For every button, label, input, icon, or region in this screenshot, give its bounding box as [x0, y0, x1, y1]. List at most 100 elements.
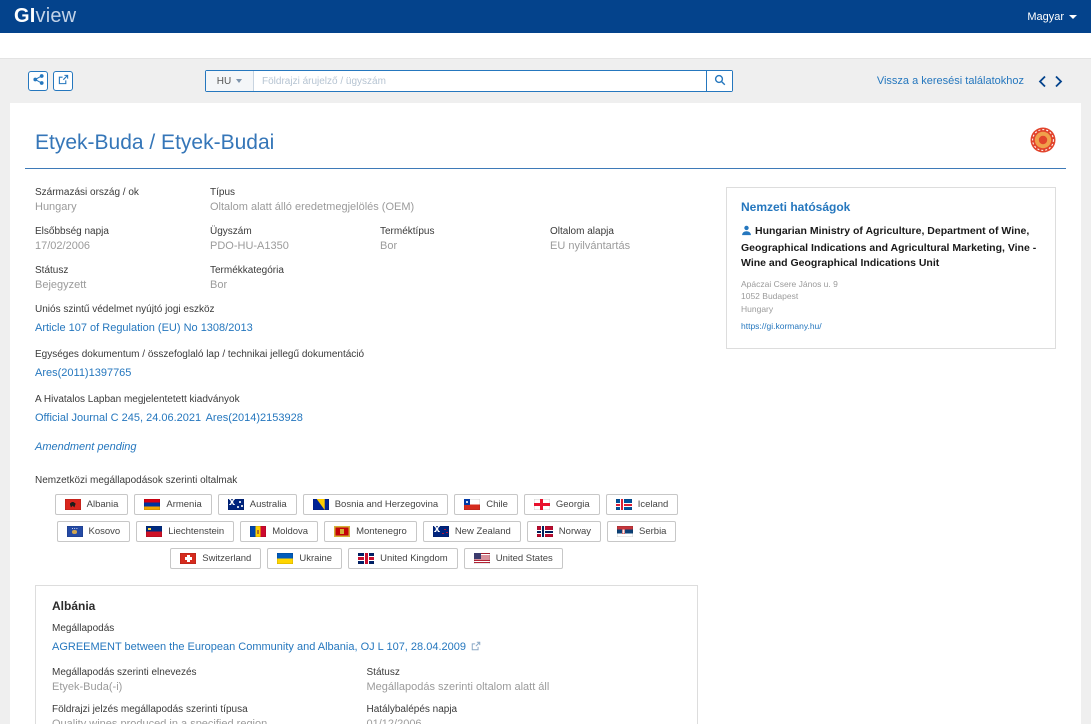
- field-label: Származási ország / ok: [35, 187, 210, 198]
- field-gi-type: Földrajzi jelzés megállapodás szerinti t…: [52, 704, 367, 724]
- flag-new-zealand-icon: [433, 526, 449, 537]
- field-label: Típus: [210, 187, 698, 198]
- amendment-pending-note: Amendment pending: [35, 441, 698, 453]
- field-agreement-status: Státusz Megállapodás szerinti oltalom al…: [367, 667, 682, 693]
- legal-instrument-link[interactable]: Article 107 of Regulation (EU) No 1308/2…: [35, 322, 253, 334]
- ares-publication-link[interactable]: Ares(2014)2153928: [206, 412, 303, 424]
- country-label: New Zealand: [455, 526, 511, 537]
- field-label: A Hivatalos Lapban megjelentetett kiadvá…: [35, 394, 698, 405]
- search-language-select[interactable]: HU: [206, 71, 254, 91]
- country-button-bosnia-and-herzegovina[interactable]: Bosnia and Herzegovina: [303, 494, 449, 515]
- country-button-moldova[interactable]: Moldova: [240, 521, 318, 542]
- country-button-liechtenstein[interactable]: Liechtenstein: [136, 521, 234, 542]
- share-button[interactable]: [28, 71, 48, 91]
- country-label: Albania: [87, 499, 119, 510]
- country-button-new-zealand[interactable]: New Zealand: [423, 521, 521, 542]
- flag-moldova-icon: [250, 526, 266, 537]
- field-value: Bor: [210, 279, 698, 291]
- country-button-kosovo[interactable]: Kosovo: [57, 521, 131, 542]
- search-icon: [714, 74, 726, 89]
- field-origin: Származási ország / ok Hungary: [35, 187, 210, 213]
- country-button-ukraine[interactable]: Ukraine: [267, 548, 342, 569]
- field-agreement-name: Megállapodás szerinti elnevezés Etyek-Bu…: [52, 667, 367, 693]
- field-priority-date: Elsőbbség napja 17/02/2006: [35, 226, 210, 252]
- field-label: Megállapodás szerinti elnevezés: [52, 667, 367, 678]
- country-button-montenegro[interactable]: Montenegro: [324, 521, 417, 542]
- title-row: Etyek-Buda / Etyek-Budai: [25, 123, 1066, 169]
- field-product-type: Terméktípus Bor: [380, 226, 550, 252]
- agreements-section-label: Nemzetközi megállapodások szerinti oltal…: [35, 475, 698, 486]
- flag-ukraine-icon: [277, 553, 293, 564]
- search-button[interactable]: [706, 71, 732, 91]
- info-grid: Származási ország / ok Hungary Típus Olt…: [35, 187, 698, 291]
- record-content: Származási ország / ok Hungary Típus Olt…: [25, 169, 1066, 724]
- country-button-switzerland[interactable]: Switzerland: [170, 548, 261, 569]
- toolbar-right: Vissza a keresési találatokhoz: [877, 75, 1063, 88]
- national-authorities-card: Nemzeti hatóságok Hungarian Ministry of …: [726, 187, 1056, 349]
- field-value: 01/12/2006: [367, 718, 682, 724]
- country-button-armenia[interactable]: Armenia: [134, 494, 211, 515]
- agreement-grid-row-2: Földrajzi jelzés megállapodás szerinti t…: [52, 704, 681, 724]
- page-title: Etyek-Buda / Etyek-Budai: [35, 131, 274, 155]
- country-label: Montenegro: [356, 526, 407, 537]
- export-button[interactable]: [53, 71, 73, 91]
- address-line: 1052 Budapest: [741, 290, 1041, 303]
- pdo-badge-icon: [1030, 127, 1056, 158]
- flag-serbia-icon: [617, 526, 633, 537]
- field-value: Bor: [380, 240, 550, 252]
- country-button-albania[interactable]: Albania: [55, 494, 129, 515]
- field-label: Státusz: [367, 667, 682, 678]
- next-record-button[interactable]: [1054, 75, 1063, 88]
- country-label: Australia: [250, 499, 287, 510]
- country-button-australia[interactable]: Australia: [218, 494, 297, 515]
- address-line: Hungary: [741, 303, 1041, 316]
- field-value: 17/02/2006: [35, 240, 210, 252]
- country-label: Chile: [486, 499, 508, 510]
- authorities-title: Nemzeti hatóságok: [741, 200, 1041, 214]
- field-label: Hatálybalépés napja: [367, 704, 682, 715]
- single-document-link[interactable]: Ares(2011)1397765: [35, 367, 131, 379]
- search-input[interactable]: [254, 71, 706, 91]
- chevron-down-icon: [236, 79, 242, 83]
- field-value: EU nyilvántartás: [550, 240, 698, 252]
- language-selector[interactable]: Magyar: [1027, 11, 1077, 23]
- subheader-strip: [0, 33, 1091, 59]
- back-to-results-link[interactable]: Vissza a keresési találatokhoz: [877, 75, 1024, 87]
- country-button-norway[interactable]: Norway: [527, 521, 601, 542]
- country-label: Norway: [559, 526, 591, 537]
- authority-website-link[interactable]: https://gi.kormany.hu/: [741, 321, 822, 331]
- flag-switzerland-icon: [180, 553, 196, 564]
- field-value: Megállapodás szerinti oltalom alatt áll: [367, 681, 682, 693]
- record-details: Származási ország / ok Hungary Típus Olt…: [35, 187, 726, 724]
- field-official-journal: A Hivatalos Lapban megjelentetett kiadvá…: [35, 394, 698, 426]
- flag-armenia-icon: [144, 499, 160, 510]
- address-line: Apáczai Csere János u. 9: [741, 278, 1041, 291]
- field-label: Földrajzi jelzés megállapodás szerinti t…: [52, 704, 367, 715]
- flag-united-states-icon: [474, 553, 490, 564]
- country-button-united-kingdom[interactable]: United Kingdom: [348, 548, 458, 569]
- search-bar: HU: [205, 70, 733, 92]
- search-language-value: HU: [217, 76, 231, 87]
- previous-record-button[interactable]: [1038, 75, 1047, 88]
- country-button-serbia[interactable]: Serbia: [607, 521, 676, 542]
- field-value: Hungary: [35, 201, 210, 213]
- country-button-chile[interactable]: Chile: [454, 494, 518, 515]
- country-button-iceland[interactable]: Iceland: [606, 494, 679, 515]
- flag-georgia-icon: [534, 499, 550, 510]
- official-journal-link[interactable]: Official Journal C 245, 24.06.2021: [35, 412, 201, 424]
- field-value: Oltalom alatt álló eredetmegjelölés (OEM…: [210, 201, 698, 213]
- flag-kosovo-icon: [67, 526, 83, 537]
- albania-agreement-card: Albánia Megállapodás AGREEMENT between t…: [35, 585, 698, 724]
- country-button-georgia[interactable]: Georgia: [524, 494, 600, 515]
- authorities-column: Nemzeti hatóságok Hungarian Ministry of …: [726, 187, 1056, 724]
- flag-australia-icon: [228, 499, 244, 510]
- country-button-united-states[interactable]: United States: [464, 548, 563, 569]
- toolbar: HU Vissza a keresési találatokhoz: [0, 59, 1091, 103]
- field-case-number: Ügyszám PDO-HU-A1350: [210, 226, 380, 252]
- flag-united-kingdom-icon: [358, 553, 374, 564]
- record-pager: [1038, 75, 1063, 88]
- agreement-link[interactable]: AGREEMENT between the European Community…: [52, 641, 466, 653]
- country-label: Ukraine: [299, 553, 332, 564]
- field-type: Típus Oltalom alatt álló eredetmegjelölé…: [210, 187, 698, 213]
- authority-address: Apáczai Csere János u. 9 1052 Budapest H…: [741, 278, 1041, 316]
